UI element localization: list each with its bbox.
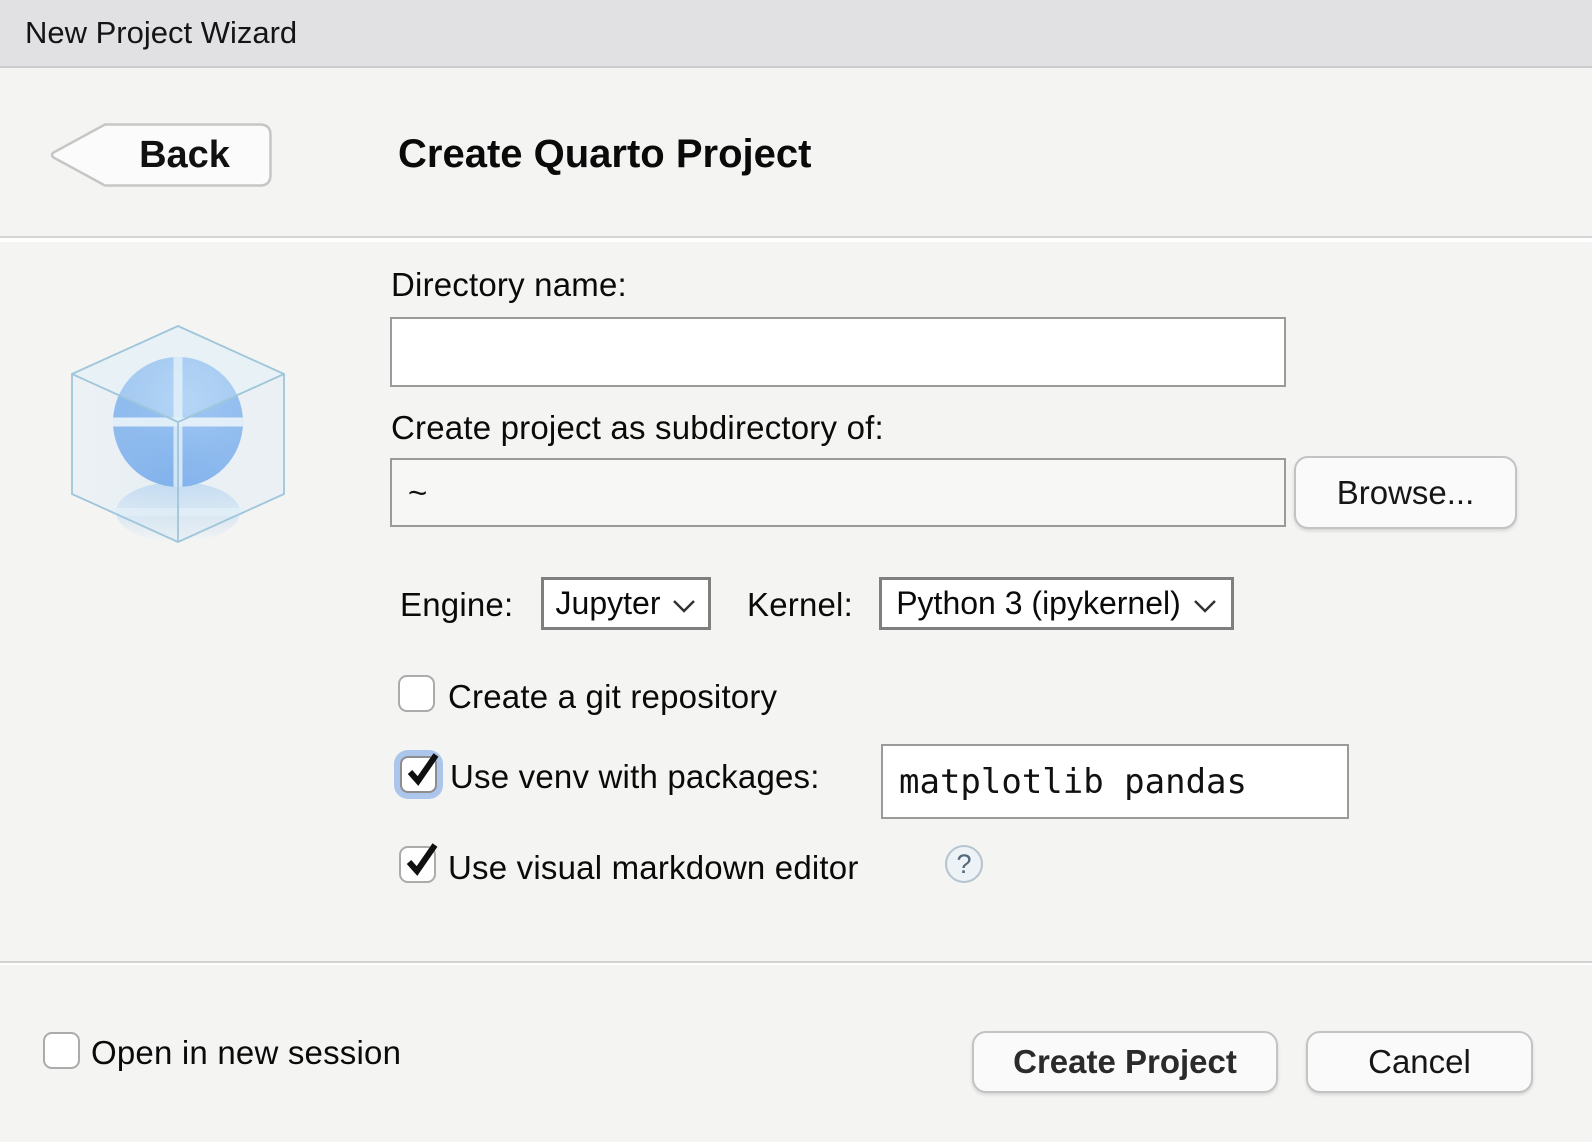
create-project-button[interactable]: Create Project (972, 1031, 1278, 1093)
back-button-label: Back (108, 122, 261, 188)
new-project-wizard-dialog: New Project Wizard Back Create Quarto Pr… (0, 0, 1592, 1142)
help-icon-glyph: ? (956, 849, 971, 880)
kernel-label: Kernel: (747, 586, 853, 624)
cancel-button[interactable]: Cancel (1306, 1031, 1533, 1093)
help-icon[interactable]: ? (945, 845, 983, 883)
page-title: Create Quarto Project (398, 132, 811, 177)
git-repository-label: Create a git repository (448, 678, 777, 716)
chevron-down-icon (672, 599, 696, 613)
dialog-title: New Project Wizard (25, 15, 297, 51)
checkmark-icon (403, 842, 439, 878)
chevron-down-icon (1193, 599, 1217, 613)
wizard-header: Back Create Quarto Project (0, 70, 1592, 238)
dialog-titlebar: New Project Wizard (0, 0, 1592, 68)
browse-button[interactable]: Browse... (1294, 456, 1517, 529)
back-button[interactable]: Back (48, 122, 273, 188)
visual-editor-label: Use visual markdown editor (448, 849, 859, 887)
subdirectory-input[interactable] (390, 458, 1286, 527)
kernel-dropdown[interactable]: Python 3 (ipykernel) (879, 577, 1234, 630)
engine-selected-value: Jupyter (556, 585, 661, 622)
venv-packages-input[interactable] (881, 744, 1349, 819)
kernel-selected-value: Python 3 (ipykernel) (896, 585, 1181, 622)
engine-dropdown[interactable]: Jupyter (541, 577, 711, 630)
open-new-session-label: Open in new session (91, 1034, 401, 1072)
checkmark-icon (404, 752, 440, 788)
visual-editor-checkbox[interactable] (399, 846, 436, 883)
engine-label: Engine: (400, 586, 513, 624)
venv-checkbox[interactable] (400, 756, 437, 793)
wizard-footer: Open in new session Create Project Cance… (0, 963, 1592, 1142)
directory-name-label: Directory name: (391, 266, 627, 304)
quarto-logo (50, 308, 308, 568)
directory-name-input[interactable] (390, 317, 1286, 387)
subdirectory-label: Create project as subdirectory of: (391, 409, 884, 447)
venv-label: Use venv with packages: (450, 758, 820, 796)
git-repository-checkbox[interactable] (398, 675, 435, 712)
open-new-session-checkbox[interactable] (43, 1032, 80, 1069)
